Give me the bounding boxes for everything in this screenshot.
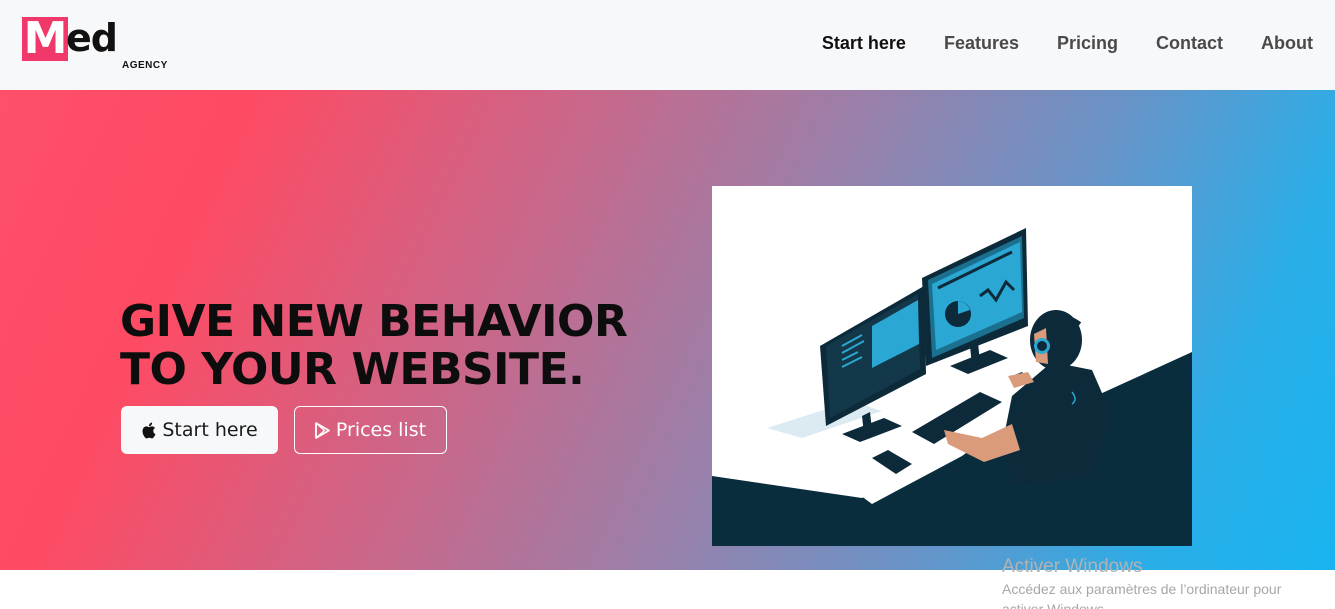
nav-about[interactable]: About xyxy=(1261,30,1313,56)
main-nav: Start here Features Pricing Contact Abou… xyxy=(784,30,1313,56)
brand-logo[interactable]: M ed AGENCY xyxy=(22,15,182,75)
right-monitor xyxy=(922,228,1028,374)
watermark-line-2: activer Windows. xyxy=(1002,601,1108,609)
logo-wordmark: ed xyxy=(66,16,118,60)
logo-letter: M xyxy=(22,13,68,64)
prices-list-label: Prices list xyxy=(335,419,427,441)
nav-pricing[interactable]: Pricing xyxy=(1057,30,1118,56)
hero-headline: GIVE NEW BEHAVIOR TO YOUR WEBSITE. xyxy=(120,298,680,394)
start-here-label: Start here xyxy=(162,419,258,441)
watermark-line-1: Accédez aux paramètres de l’ordinateur p… xyxy=(1002,581,1282,597)
headline-line-2: TO YOUR WEBSITE. xyxy=(120,344,585,395)
developer-illustration xyxy=(712,186,1192,546)
headline-line-1: GIVE NEW BEHAVIOR xyxy=(120,296,628,347)
apple-icon xyxy=(141,422,156,439)
logo-subtitle: AGENCY xyxy=(122,60,168,71)
start-here-button[interactable]: Start here xyxy=(121,406,278,454)
nav-features[interactable]: Features xyxy=(944,30,1019,56)
prices-list-button[interactable]: Prices list xyxy=(294,406,447,454)
google-play-icon xyxy=(315,421,330,439)
navbar: M ed AGENCY Start here Features Pricing … xyxy=(0,0,1335,90)
watermark-title: Activer Windows xyxy=(1002,556,1143,577)
nav-start-here[interactable]: Start here xyxy=(822,30,906,56)
nav-contact[interactable]: Contact xyxy=(1156,30,1223,56)
windows-activation-watermark: Activer Windows Accédez aux paramètres d… xyxy=(1002,556,1281,609)
hero-section: GIVE NEW BEHAVIOR TO YOUR WEBSITE. Start… xyxy=(0,90,1335,570)
